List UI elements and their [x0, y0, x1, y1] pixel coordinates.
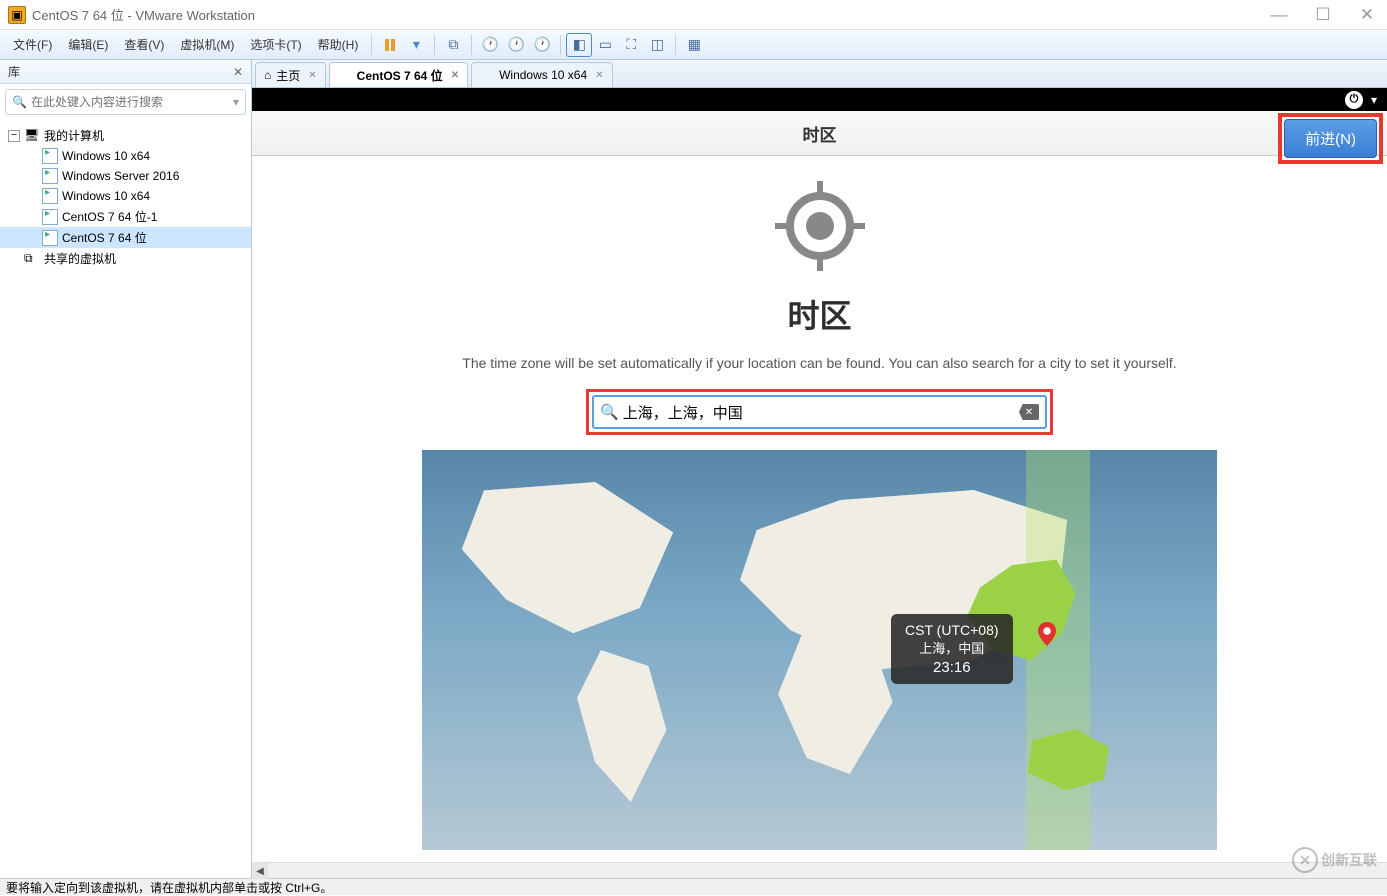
snapshot-button[interactable]: 🕐 [477, 33, 503, 57]
menu-tabs[interactable]: 选项卡(T) [242, 32, 309, 57]
gnome-body: 时区 The time zone will be set automatical… [252, 156, 1387, 862]
vm-icon [480, 68, 494, 82]
search-icon: 🔍 [600, 403, 619, 421]
maximize-button[interactable]: ☐ [1311, 5, 1335, 25]
tooltip-location: 上海，中国 [905, 638, 998, 657]
tab-centos[interactable]: CentOS 7 64 位 ✕ [329, 62, 468, 87]
tooltip-time: 23:16 [905, 659, 998, 676]
vm-display[interactable]: ⏻ ▾ 时区 前进(N) 时区 The time zone will be se… [252, 88, 1387, 862]
scroll-left-icon[interactable]: ◀ [252, 863, 268, 879]
tab-label: Windows 10 x64 [499, 68, 587, 82]
gnome-header-title: 时区 [803, 121, 837, 146]
tree-item-label: Windows Server 2016 [62, 169, 179, 183]
view-sidebar-button[interactable]: ◧ [566, 33, 592, 57]
menu-view[interactable]: 查看(V) [116, 32, 172, 57]
tree-item-vm[interactable]: Windows 10 x64 [0, 186, 251, 206]
timezone-search[interactable]: 🔍 ✕ [592, 395, 1047, 429]
close-button[interactable]: ✕ [1355, 5, 1379, 25]
view-fullscreen-button[interactable]: ⛶ [618, 33, 644, 57]
sidebar-title: 库 [8, 63, 20, 80]
page-heading: 时区 [252, 291, 1387, 337]
menu-edit[interactable]: 编辑(E) [60, 32, 116, 57]
menubar: 文件(F) 编辑(E) 查看(V) 虚拟机(M) 选项卡(T) 帮助(H) ▾ … [0, 30, 1387, 60]
vm-running-icon [42, 230, 58, 246]
content-area: ⌂ 主页 ✕ CentOS 7 64 位 ✕ Windows 10 x64 ✕ … [252, 60, 1387, 878]
menu-vm[interactable]: 虚拟机(M) [172, 32, 242, 57]
timezone-search-input[interactable] [623, 404, 1019, 421]
computer-icon: 🖥 [24, 128, 40, 144]
tab-label: CentOS 7 64 位 [357, 67, 443, 84]
tree-item-vm[interactable]: Windows 10 x64 [0, 146, 251, 166]
sidebar-search[interactable]: 🔍 ▾ [5, 89, 246, 115]
tree-item-label: Windows 10 x64 [62, 149, 150, 163]
map-pin-icon [1038, 622, 1050, 640]
page-subtitle: The time zone will be set automatically … [252, 355, 1387, 371]
vm-icon [42, 188, 58, 204]
status-bar: 要将输入定向到该虚拟机，请在虚拟机内部单击或按 Ctrl+G。 [0, 878, 1387, 895]
window-title: CentOS 7 64 位 - VMware Workstation [32, 5, 1267, 24]
collapse-icon[interactable]: − [8, 130, 20, 142]
menu-file[interactable]: 文件(F) [5, 32, 60, 57]
tree-root-label: 我的计算机 [44, 127, 104, 144]
accessibility-icon[interactable]: ⏻ [1345, 91, 1363, 109]
tree-item-vm[interactable]: Windows Server 2016 [0, 166, 251, 186]
snapshot-manager-button[interactable]: 🕐 [529, 33, 555, 57]
timezone-tooltip: CST (UTC+08) 上海，中国 23:16 [891, 614, 1012, 684]
tab-label: 主页 [276, 67, 300, 84]
tooltip-tz: CST (UTC+08) [905, 622, 998, 638]
gnome-header: 时区 前进(N) [252, 111, 1387, 156]
highlight-annotation: 前进(N) [1278, 113, 1383, 164]
watermark: ✕创新互联 [1292, 847, 1377, 873]
world-map[interactable]: CST (UTC+08) 上海，中国 23:16 [422, 450, 1217, 850]
tree-item-vm[interactable]: CentOS 7 64 位-1 [0, 206, 251, 227]
window-controls: — ☐ ✕ [1267, 5, 1379, 25]
tab-windows[interactable]: Windows 10 x64 ✕ [471, 62, 612, 87]
tab-close-icon[interactable]: ✕ [308, 70, 316, 81]
minimize-button[interactable]: — [1267, 5, 1291, 25]
tree-item-vm-selected[interactable]: CentOS 7 64 位 [0, 227, 251, 248]
send-ctrl-alt-del-button[interactable]: ⧉ [440, 33, 466, 57]
search-dropdown-icon[interactable]: ▾ [233, 95, 239, 109]
sidebar-header: 库 ✕ [0, 60, 251, 84]
vm-icon [338, 68, 352, 82]
menu-help[interactable]: 帮助(H) [310, 32, 367, 57]
tree-root-computer[interactable]: − 🖥 我的计算机 [0, 125, 251, 146]
view-console-button[interactable]: ▭ [592, 33, 618, 57]
window-titlebar: ▣ CentOS 7 64 位 - VMware Workstation — ☐… [0, 0, 1387, 30]
tab-bar: ⌂ 主页 ✕ CentOS 7 64 位 ✕ Windows 10 x64 ✕ [252, 60, 1387, 88]
shared-icon: ⧉ [24, 251, 40, 267]
sidebar-close-button[interactable]: ✕ [233, 65, 243, 79]
search-icon: 🔍 [12, 95, 27, 109]
horizontal-scrollbar[interactable]: ◀ [252, 862, 1387, 878]
view-thumbnails-button[interactable]: ▦ [681, 33, 707, 57]
gnome-topbar: ⏻ ▾ [252, 88, 1387, 111]
pause-button[interactable] [377, 33, 403, 57]
tree-root-label: 共享的虚拟机 [44, 250, 116, 267]
view-unity-button[interactable]: ◫ [644, 33, 670, 57]
vm-icon [42, 209, 58, 225]
clear-button[interactable]: ✕ [1019, 404, 1039, 420]
home-icon: ⌂ [264, 68, 271, 82]
highlight-annotation: 🔍 ✕ [586, 389, 1053, 435]
app-icon: ▣ [8, 6, 26, 24]
tree-root-shared[interactable]: ⧉ 共享的虚拟机 [0, 248, 251, 269]
sidebar: 库 ✕ 🔍 ▾ − 🖥 我的计算机 Windows 10 x64 Windows… [0, 60, 252, 878]
dropdown-icon[interactable]: ▾ [1371, 93, 1377, 107]
vm-icon [42, 168, 58, 184]
library-tree: − 🖥 我的计算机 Windows 10 x64 Windows Server … [0, 120, 251, 878]
tab-close-icon[interactable]: ✕ [595, 70, 603, 81]
sidebar-search-input[interactable] [31, 95, 233, 109]
next-button[interactable]: 前进(N) [1284, 119, 1377, 158]
tree-item-label: CentOS 7 64 位 [62, 229, 147, 246]
tab-close-icon[interactable]: ✕ [451, 70, 459, 81]
power-dropdown[interactable]: ▾ [403, 33, 429, 57]
tree-item-label: CentOS 7 64 位-1 [62, 208, 157, 225]
snapshot-revert-button[interactable]: 🕐 [503, 33, 529, 57]
tree-item-label: Windows 10 x64 [62, 189, 150, 203]
tab-home[interactable]: ⌂ 主页 ✕ [255, 62, 326, 87]
vm-icon [42, 148, 58, 164]
location-target-icon [770, 176, 870, 276]
